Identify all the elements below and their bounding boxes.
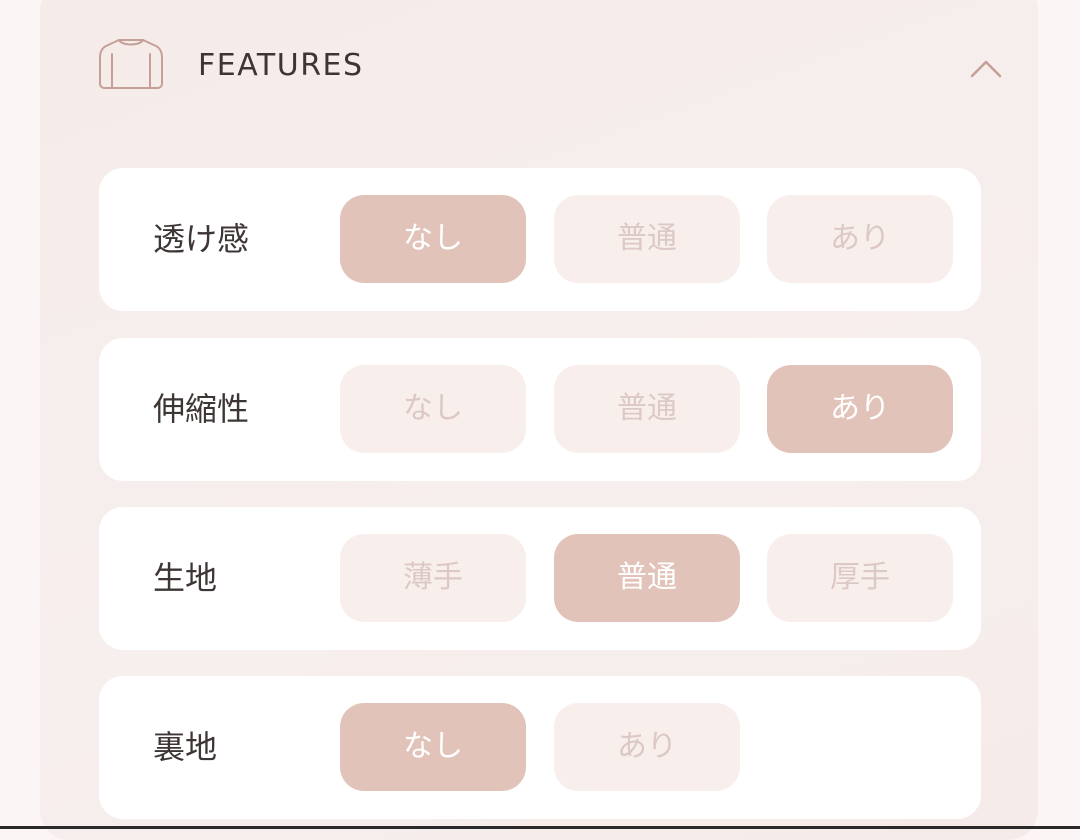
features-header[interactable]: FEATURES	[0, 0, 1080, 168]
feature-label: 裏地	[153, 728, 218, 766]
option-button[interactable]: 厚手	[767, 534, 953, 622]
option-button[interactable]: なし	[340, 195, 526, 283]
option-button[interactable]: なし	[340, 703, 526, 791]
feature-label: 透け感	[153, 220, 250, 258]
feature-row-fabric-thickness: 生地 薄手 普通 厚手	[99, 507, 981, 650]
shirt-icon	[99, 39, 163, 89]
option-button[interactable]: 普通	[554, 365, 740, 453]
feature-label: 伸縮性	[153, 390, 250, 428]
option-button[interactable]: 普通	[554, 534, 740, 622]
option-button[interactable]: あり	[767, 365, 953, 453]
option-button[interactable]: あり	[767, 195, 953, 283]
feature-label: 生地	[153, 559, 218, 597]
option-button[interactable]: 普通	[554, 195, 740, 283]
feature-row-lining: 裏地 なし あり	[99, 676, 981, 819]
chevron-up-icon[interactable]	[968, 56, 1004, 80]
option-button[interactable]: 薄手	[340, 534, 526, 622]
option-button[interactable]: なし	[340, 365, 526, 453]
option-button[interactable]: あり	[554, 703, 740, 791]
section-title: FEATURES	[198, 48, 364, 83]
feature-row-stretch: 伸縮性 なし 普通 あり	[99, 338, 981, 481]
feature-row-transparency: 透け感 なし 普通 あり	[99, 168, 981, 311]
